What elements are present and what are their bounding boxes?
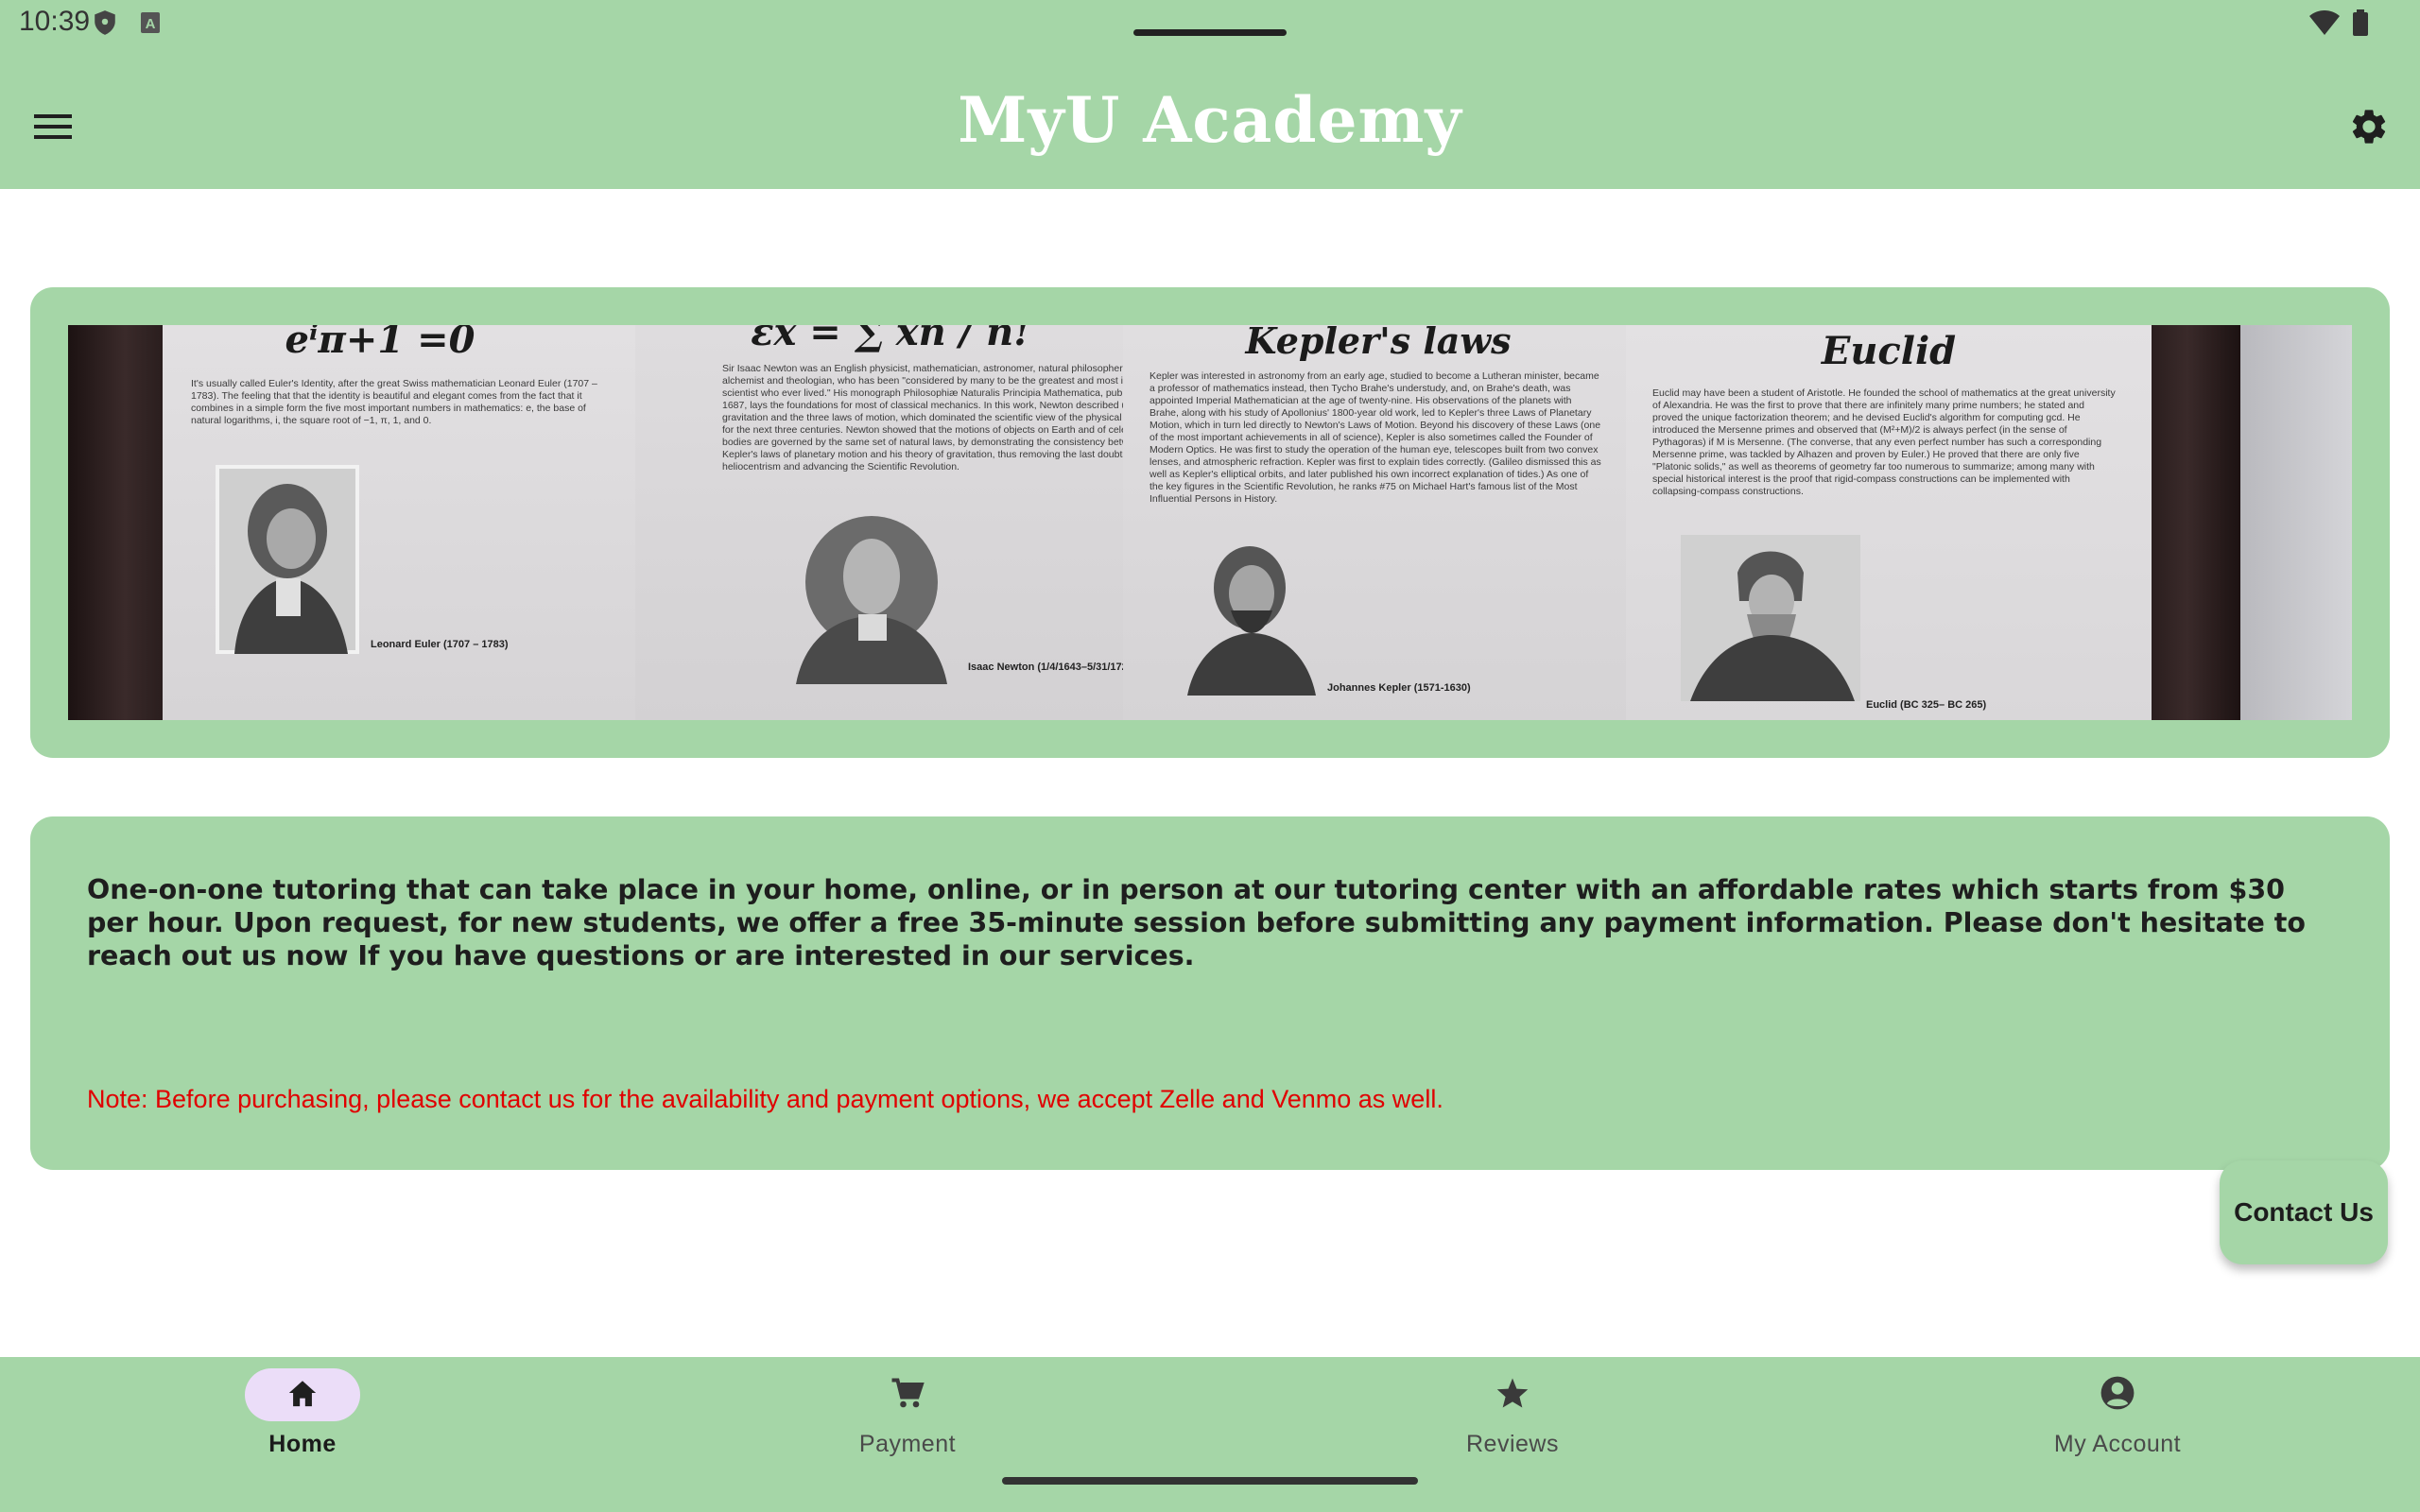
- banner-right-frame: [2152, 325, 2240, 720]
- nav-icon-container: [850, 1368, 965, 1421]
- poster-text: Kepler was interested in astronomy from …: [1150, 370, 1601, 505]
- nav-item-payment[interactable]: Payment: [605, 1357, 1210, 1480]
- poster-caption: Leonard Euler (1707 – 1783): [371, 639, 509, 650]
- status-time: 10:39: [19, 6, 91, 37]
- nav-icon-container: [1455, 1368, 1570, 1421]
- poster-title: eⁱᴨ+1 =0: [285, 325, 475, 362]
- nav-icon-container: [2060, 1368, 2175, 1421]
- poster-caption: Isaac Newton (1/4/1643–5/31/1727): [968, 662, 1137, 673]
- newton-portrait: [786, 510, 957, 684]
- nav-label-my-account: My Account: [2053, 1431, 2182, 1457]
- a-badge-icon: A: [140, 11, 161, 39]
- nav-label-reviews: Reviews: [1466, 1431, 1559, 1457]
- svg-text:A: A: [146, 16, 156, 32]
- top-gesture-handle: [1133, 29, 1287, 36]
- banner-wall: [2240, 325, 2352, 720]
- kepler-portrait: [1184, 535, 1318, 696]
- euler-portrait: [216, 465, 359, 654]
- star-icon: [1495, 1377, 1530, 1414]
- poster-title: Kepler's laws: [1245, 325, 1512, 362]
- bottom-navigation: Home Payment Reviews My Account: [0, 1357, 2420, 1512]
- poster-text: Euclid may have been a student of Aristo…: [1652, 387, 2116, 497]
- account-circle-icon: [2100, 1375, 2135, 1416]
- poster-title: εx = ∑ xn / n!: [751, 325, 1030, 354]
- euclid-portrait: [1681, 535, 1860, 701]
- bottom-gesture-handle: [1002, 1477, 1418, 1485]
- contact-us-button[interactable]: Contact Us: [2220, 1160, 2388, 1264]
- home-icon: [286, 1378, 319, 1413]
- nav-label-home: Home: [268, 1431, 337, 1457]
- poster-title: Euclid: [1821, 329, 1957, 373]
- battery-icon: [2352, 9, 2369, 41]
- app-bar: MyU Academy: [0, 45, 2420, 189]
- shield-icon: [93, 9, 117, 41]
- nav-item-home[interactable]: Home: [0, 1357, 605, 1480]
- poster-caption: Johannes Kepler (1571-1630): [1327, 682, 1471, 694]
- hero-card: eⁱᴨ+1 =0 It's usually called Euler's Ide…: [30, 287, 2390, 758]
- poster-newton: εx = ∑ xn / n! Sir Isaac Newton was an E…: [635, 325, 1163, 720]
- status-bar: 10:39 A: [0, 0, 2420, 45]
- poster-euclid: Euclid Euclid may have been a student of…: [1626, 325, 2152, 720]
- banner-left-frame: [68, 325, 163, 720]
- poster-text: It's usually called Euler's Identity, af…: [191, 378, 597, 426]
- nav-active-indicator: [245, 1368, 360, 1421]
- payment-note: Note: Before purchasing, please contact …: [87, 1085, 1443, 1113]
- poster-kepler: Kepler's laws Kepler was interested in a…: [1123, 325, 1634, 720]
- poster-euler: eⁱᴨ+1 =0 It's usually called Euler's Ide…: [163, 325, 692, 720]
- nav-item-reviews[interactable]: Reviews: [1210, 1357, 1815, 1480]
- math-history-banner: eⁱᴨ+1 =0 It's usually called Euler's Ide…: [68, 325, 2352, 720]
- nav-label-payment: Payment: [858, 1431, 957, 1457]
- info-card: One-on-one tutoring that can take place …: [30, 816, 2390, 1170]
- nav-item-my-account[interactable]: My Account: [1815, 1357, 2420, 1480]
- tutoring-description: One-on-one tutoring that can take place …: [87, 874, 2306, 971]
- settings-button[interactable]: [2341, 100, 2397, 157]
- poster-caption: Euclid (BC 325– BC 265): [1866, 699, 1987, 711]
- app-title: MyU Academy: [958, 83, 1462, 157]
- cart-icon: [890, 1377, 925, 1414]
- poster-text: Sir Isaac Newton was an English physicis…: [722, 363, 1164, 472]
- settings-gear-icon: [2348, 106, 2390, 152]
- wifi-icon: [2308, 9, 2341, 41]
